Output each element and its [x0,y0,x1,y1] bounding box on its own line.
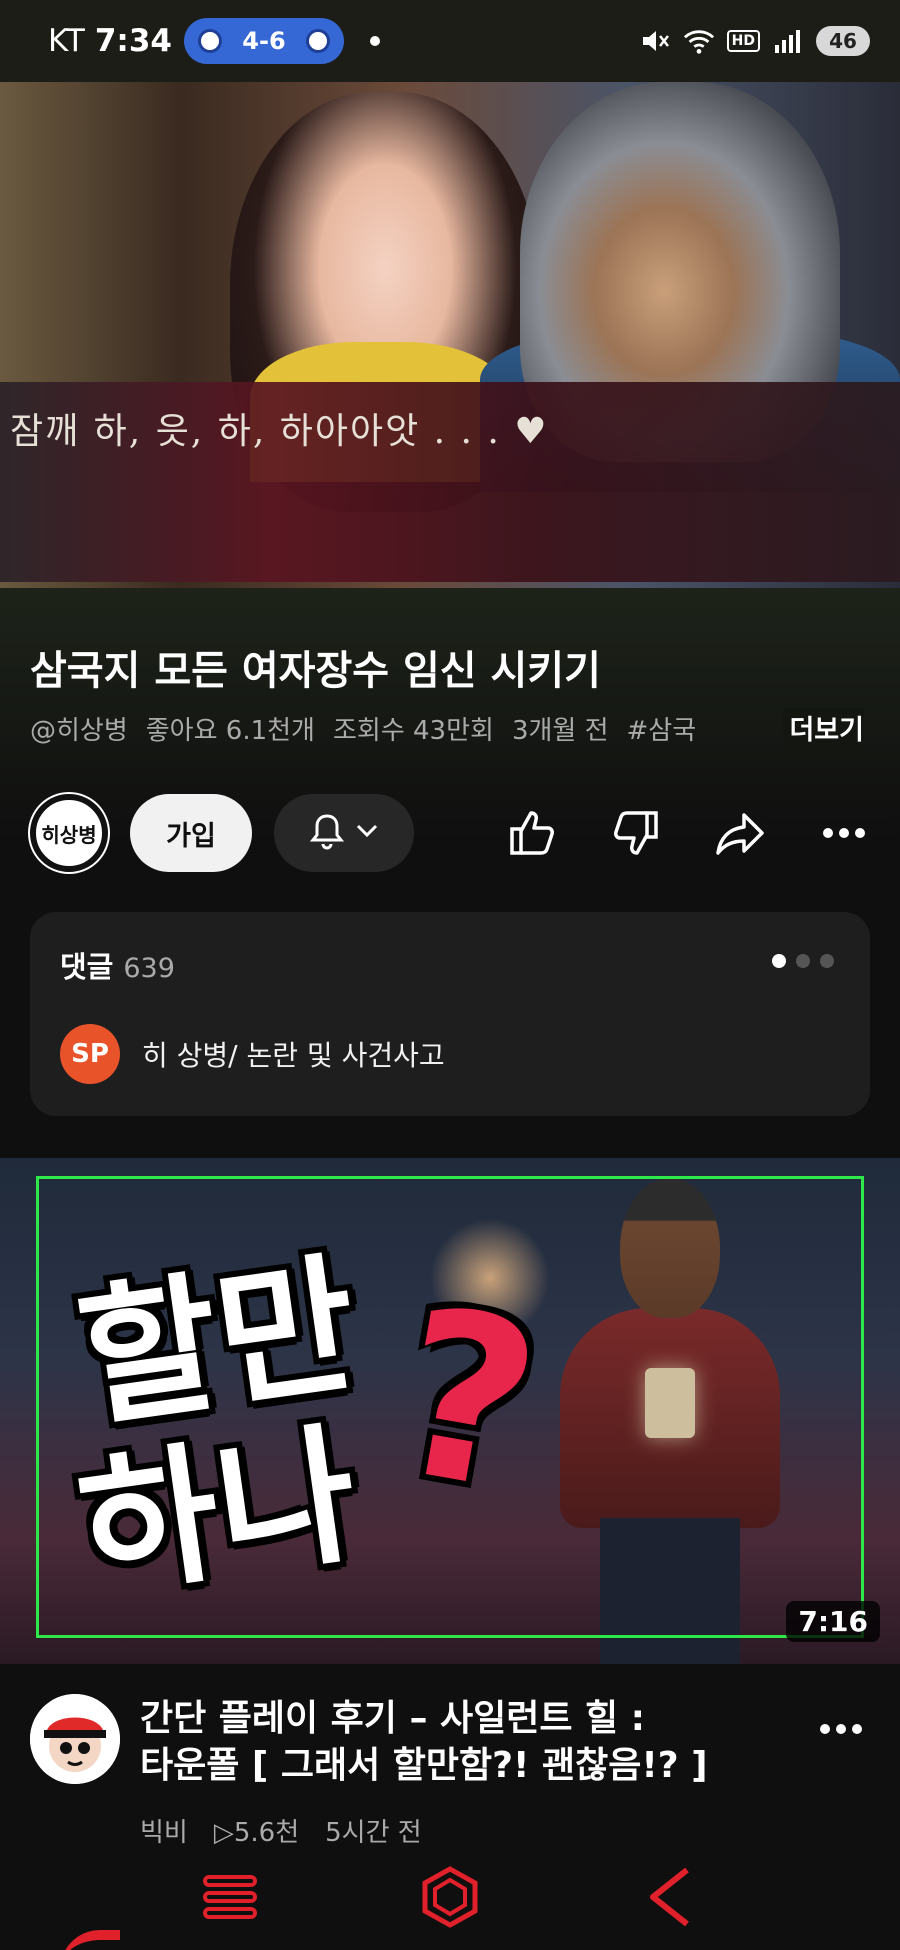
thumbs-up-icon[interactable] [506,807,558,859]
battery-indicator: 46 [816,26,870,56]
actions-row: 히상병 가입 [30,793,870,873]
more-horizontal-icon[interactable] [818,807,870,859]
video-info-section: 삼국지 모든 여자장수 임신 시키기 @히상병 좋아요 6.1천개 조회수 43… [0,588,900,1148]
next-video-info[interactable]: 간단 플레이 후기 – 사일런트 힐 : 타운폴 [ 그래서 할만함?! 괜찮음… [0,1664,900,1848]
carousel-dot [820,954,834,968]
score-notification-pill[interactable]: 4-6 [183,18,344,64]
comments-count: 639 [123,953,175,984]
wifi-icon [683,26,715,56]
team-logo-icon [197,29,222,53]
carousel-dot [796,954,810,968]
status-icons: HD 46 [639,26,870,56]
carousel-dots [772,954,834,968]
hexagon-home-icon[interactable] [410,1857,490,1937]
video-title[interactable]: 삼국지 모든 여자장수 임신 시키기 [30,638,601,696]
thumbnail-text-line1: 할만 [69,1237,367,1449]
bell-icon [309,812,345,854]
comments-label: 댓글 [60,950,114,984]
comment-preview: SP 히 상병/ 논란 및 사건사고 [60,1024,445,1084]
more-description-button[interactable]: 더보기 [783,708,864,747]
video-duration-badge: 7:16 [786,1601,880,1642]
like-count: 좋아요 6.1천개 [145,716,315,746]
next-video-title-line1: 간단 플레이 후기 – 사일런트 힐 : [140,1698,646,1739]
system-nav-bar [0,1844,900,1950]
channel-avatar[interactable]: 히상병 [30,794,108,872]
share-icon[interactable] [714,807,766,859]
upload-age: 3개월 전 [511,716,609,746]
more-vertical-icon[interactable] [816,1714,866,1744]
comments-card[interactable]: 댓글 639 SP 히 상병/ 논란 및 사건사고 [30,912,870,1116]
video-meta-row[interactable]: @히상병 좋아요 6.1천개 조회수 43만회 3개월 전 #삼국 [30,710,870,747]
view-count: 조회수 43만회 [332,716,494,746]
next-video-title[interactable]: 간단 플레이 후기 – 사일런트 힐 : 타운폴 [ 그래서 할만함?! 괜찮음… [140,1696,760,1790]
team-logo-icon [305,29,330,53]
notification-dot-icon [369,36,380,46]
notification-bell-button[interactable] [274,794,414,872]
carrier-label: KT [48,23,85,59]
video-player[interactable]: 잠깨 하, 읏, 하, 하아아앗 . . . ♥ [0,82,900,588]
channel-handle: @히상병 [30,716,128,746]
hd-voice-icon: HD [726,30,760,52]
next-video-title-line2: 타운폴 [ 그래서 할만함?! 괜찮음!? ] [140,1744,708,1786]
video-subtitle: 잠깨 하, 읏, 하, 하아아앗 . . . ♥ [10,411,549,452]
signal-icon [772,26,804,56]
back-chevron-icon[interactable] [630,1857,710,1937]
status-bar: KT 7:34 4-6 HD 46 [0,0,900,82]
thumbnail-text-line2: 하나 [69,1407,367,1619]
uploader-avatar[interactable] [30,1694,120,1784]
next-video-thumbnail[interactable]: 할만 하나 ? 7:16 [0,1158,900,1664]
join-button[interactable]: 가입 [130,794,252,872]
score-text: 4-6 [242,27,286,55]
action-icons [506,807,870,859]
thumbs-down-icon[interactable] [610,807,662,859]
commenter-avatar: SP [60,1024,120,1084]
menu-icon[interactable] [190,1857,270,1937]
carousel-dot-active [772,954,786,968]
clock: 7:34 [94,23,172,59]
hashtag: #삼국 [626,716,697,746]
chevron-down-icon [355,823,379,843]
mute-icon [639,26,671,56]
comment-preview-text: 히 상병/ 논란 및 사건사고 [142,1039,445,1072]
comments-header: 댓글 639 [60,944,175,986]
